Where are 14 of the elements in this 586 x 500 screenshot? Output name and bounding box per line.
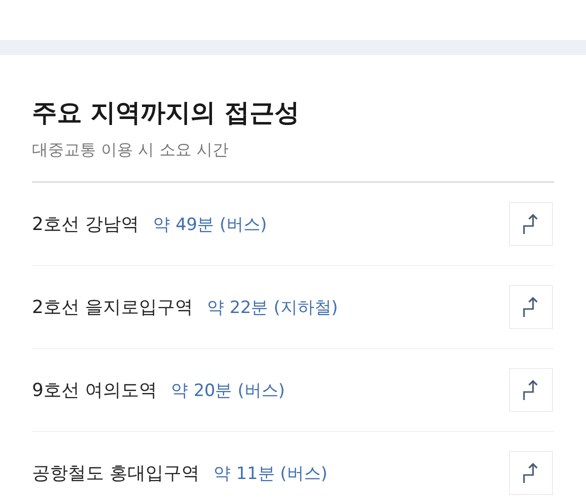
station-name: 9호선 여의도역	[32, 379, 158, 402]
travel-time: 약 20분 (버스)	[171, 380, 285, 402]
directions-button[interactable]	[509, 451, 553, 495]
station-name: 2호선 강남역	[32, 213, 140, 236]
station-name: 공항철도 홍대입구역	[32, 462, 200, 485]
station-name: 2호선 을지로입구역	[32, 296, 194, 319]
directions-button[interactable]	[509, 285, 553, 329]
travel-time: 약 22분 (지하철)	[207, 296, 338, 318]
directions-button[interactable]	[509, 202, 553, 246]
travel-time: 약 11분 (버스)	[214, 462, 328, 484]
section-subtitle: 대중교통 이용 시 소요 시간	[32, 139, 230, 161]
directions-button[interactable]	[509, 368, 553, 412]
section-title: 주요 지역까지의 접근성	[32, 97, 300, 129]
travel-time: 약 49분 (버스)	[153, 214, 267, 236]
